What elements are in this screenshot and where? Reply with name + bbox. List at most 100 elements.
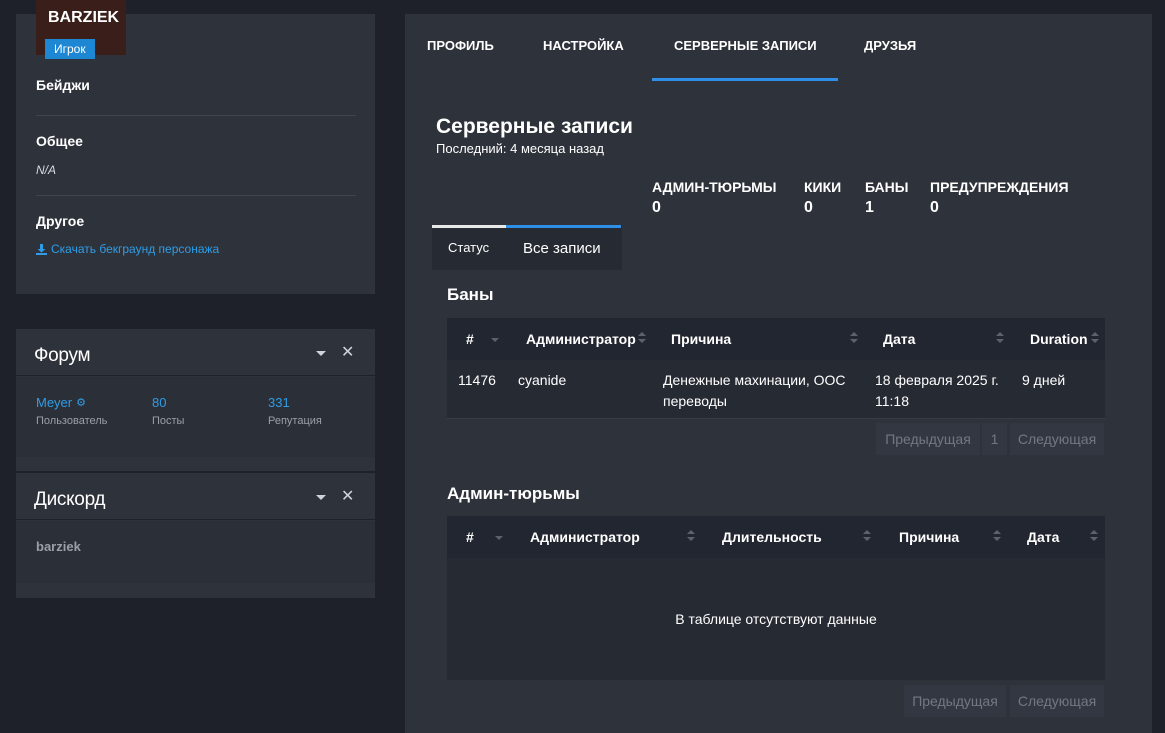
download-link-label: Скачать бекграунд персонажа bbox=[51, 242, 220, 256]
page-title: Серверные записи bbox=[436, 115, 633, 138]
subtab-all-records[interactable]: Все записи bbox=[523, 240, 601, 257]
count-label: АДМИН-ТЮРЬМЫ bbox=[652, 179, 777, 195]
general-value: N/A bbox=[36, 163, 57, 177]
forum-user-link[interactable]: Meyer ⚙ bbox=[36, 395, 107, 410]
count-admin-jails: АДМИН-ТЮРЬМЫ 0 bbox=[652, 179, 777, 217]
role-badge: Игрок bbox=[45, 39, 95, 59]
subtab-active-indicator bbox=[432, 225, 506, 228]
sort-icon bbox=[993, 530, 1001, 544]
sort-desc-icon bbox=[491, 338, 499, 342]
page-1-button[interactable]: 1 bbox=[982, 423, 1007, 455]
prev-page-button[interactable]: Предыдущая bbox=[904, 685, 1006, 717]
count-bans: БАНЫ 1 bbox=[865, 179, 908, 217]
download-icon bbox=[36, 243, 47, 255]
subtab-status[interactable]: Статус bbox=[448, 240, 489, 255]
col-reason[interactable]: Причина bbox=[899, 529, 959, 545]
sort-icon bbox=[1090, 530, 1098, 544]
gear-icon: ⚙ bbox=[76, 397, 86, 409]
col-admin[interactable]: Администратор bbox=[530, 529, 640, 545]
table-header: # Администратор Причина Дата Duration bbox=[447, 318, 1105, 360]
empty-message: В таблице отсутствуют данные bbox=[675, 611, 877, 627]
cell-reason-line: Денежные махинации, OOC bbox=[663, 372, 846, 388]
stat-label: Посты bbox=[152, 415, 185, 427]
cell-date-line: 18 февраля 2025 г. bbox=[875, 372, 999, 388]
discord-name: barziek bbox=[36, 539, 81, 554]
col-reason[interactable]: Причина bbox=[671, 331, 731, 347]
sort-desc-icon bbox=[495, 536, 503, 540]
jails-title: Админ-тюрьмы bbox=[447, 484, 580, 503]
posts-count[interactable]: 80 bbox=[152, 395, 184, 410]
sort-icon bbox=[863, 530, 871, 544]
stat-label: Репутация bbox=[268, 415, 322, 427]
cell-date-line: 11:18 bbox=[875, 393, 909, 409]
tab-settings[interactable]: НАСТРОЙКА bbox=[543, 38, 624, 53]
forum-reputation-stat: 331 Репутация bbox=[268, 395, 322, 427]
cell-id: 11476 bbox=[458, 372, 496, 388]
next-page-button[interactable]: Следующая bbox=[1010, 423, 1104, 455]
sort-icon bbox=[638, 332, 646, 346]
widget-title: Форум bbox=[34, 345, 91, 366]
badges-title: Бейджи bbox=[36, 77, 90, 93]
divider bbox=[36, 115, 356, 116]
next-page-button[interactable]: Следующая bbox=[1010, 685, 1104, 717]
username: BARZIEK bbox=[48, 9, 120, 26]
count-value: 0 bbox=[804, 199, 813, 216]
sort-icon bbox=[1091, 332, 1099, 346]
count-label: КИКИ bbox=[804, 179, 842, 195]
cell-duration: 9 дней bbox=[1022, 372, 1066, 388]
forum-widget: Форум ✕ Meyer ⚙ Пользователь 80 Посты 33… bbox=[16, 329, 375, 471]
cell-reason-line: переводы bbox=[663, 393, 727, 409]
tab-friends[interactable]: ДРУЗЬЯ bbox=[864, 38, 916, 53]
cell-reason: Денежные махинации, OOC переводы bbox=[663, 370, 846, 412]
other-title: Другое bbox=[36, 213, 85, 229]
collapse-icon[interactable] bbox=[316, 495, 326, 500]
bans-table: # Администратор Причина Дата Duration 11… bbox=[447, 318, 1105, 419]
divider bbox=[36, 195, 356, 196]
widget-header: Форум ✕ bbox=[16, 329, 375, 376]
count-value: 0 bbox=[652, 199, 661, 216]
general-title: Общее bbox=[36, 133, 83, 149]
close-icon[interactable]: ✕ bbox=[341, 489, 354, 505]
widget-header: Дискорд ✕ bbox=[16, 473, 375, 520]
widget-body: barziek bbox=[16, 521, 375, 583]
forum-user-stat: Meyer ⚙ Пользователь bbox=[36, 395, 107, 427]
col-date[interactable]: Дата bbox=[1027, 529, 1059, 545]
col-length[interactable]: Длительность bbox=[722, 529, 822, 545]
col-duration[interactable]: Duration bbox=[1030, 331, 1088, 347]
widget-body: Meyer ⚙ Пользователь 80 Посты 331 Репута… bbox=[16, 377, 375, 457]
main-panel: ПРОФИЛЬ НАСТРОЙКА СЕРВЕРНЫЕ ЗАПИСИ ДРУЗЬ… bbox=[405, 14, 1152, 733]
col-date[interactable]: Дата bbox=[883, 331, 915, 347]
col-id[interactable]: # bbox=[466, 529, 474, 545]
count-kicks: КИКИ 0 bbox=[804, 179, 841, 217]
bans-title: Баны bbox=[447, 285, 494, 304]
cell-admin: cyanide bbox=[518, 372, 567, 388]
empty-table-body: В таблице отсутствуют данные bbox=[447, 558, 1105, 680]
sort-icon bbox=[996, 332, 1004, 346]
col-id[interactable]: # bbox=[466, 331, 474, 347]
jails-table: # Администратор Длительность Причина Дат… bbox=[447, 516, 1105, 680]
count-warnings: ПРЕДУПРЕЖДЕНИЯ 0 bbox=[930, 179, 1069, 217]
download-background-link[interactable]: Скачать бекграунд персонажа bbox=[36, 242, 219, 256]
forum-username[interactable]: Meyer bbox=[36, 395, 72, 410]
table-header: # Администратор Длительность Причина Дат… bbox=[447, 516, 1105, 558]
col-admin[interactable]: Администратор bbox=[526, 331, 636, 347]
table-row: 11476 cyanide Денежные махинации, OOC пе… bbox=[447, 360, 1105, 419]
prev-page-button[interactable]: Предыдущая bbox=[876, 423, 980, 455]
subtab-hover-indicator bbox=[506, 225, 621, 228]
cell-date: 18 февраля 2025 г. 11:18 bbox=[875, 370, 999, 412]
active-tab-indicator bbox=[652, 78, 838, 81]
close-icon[interactable]: ✕ bbox=[341, 345, 354, 361]
tab-server-records[interactable]: СЕРВЕРНЫЕ ЗАПИСИ bbox=[674, 38, 817, 53]
last-record-subtitle: Последний: 4 месяца назад bbox=[436, 141, 604, 156]
reputation-count[interactable]: 331 bbox=[268, 395, 322, 410]
widget-title: Дискорд bbox=[34, 489, 106, 510]
forum-posts-stat: 80 Посты bbox=[152, 395, 184, 427]
collapse-icon[interactable] bbox=[316, 351, 326, 356]
sort-icon bbox=[687, 530, 695, 544]
tab-profile[interactable]: ПРОФИЛЬ bbox=[427, 38, 494, 53]
sort-icon bbox=[850, 332, 858, 346]
count-label: ПРЕДУПРЕЖДЕНИЯ bbox=[930, 179, 1069, 195]
count-label: БАНЫ bbox=[865, 179, 909, 195]
discord-widget: Дискорд ✕ barziek bbox=[16, 473, 375, 598]
count-value: 1 bbox=[865, 199, 874, 216]
